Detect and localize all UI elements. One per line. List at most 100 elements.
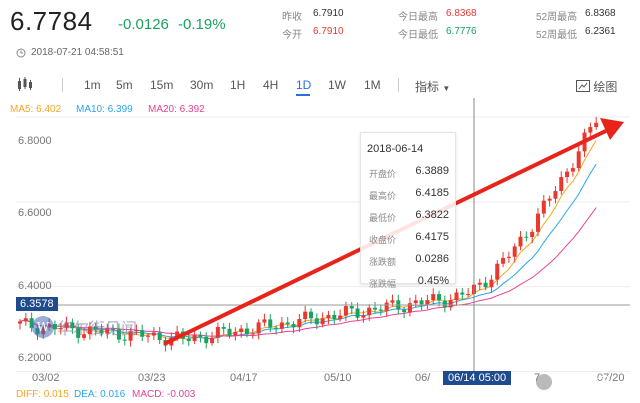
- candle-body: [541, 200, 546, 214]
- candle-body: [594, 122, 599, 128]
- candle-body: [262, 319, 267, 323]
- tooltip-open-label: 开盘价: [369, 169, 397, 179]
- candle-body: [367, 307, 372, 316]
- candle-body: [495, 263, 500, 280]
- candle-body: [23, 318, 28, 322]
- candle-body: [512, 246, 517, 257]
- candle-body: [198, 335, 203, 337]
- candle-body: [18, 321, 22, 324]
- candle-body: [239, 328, 244, 332]
- candle-body: [204, 336, 209, 344]
- candle-body: [244, 328, 249, 334]
- candle-body: [291, 324, 296, 328]
- candle-body: [227, 328, 232, 336]
- candle-body: [483, 282, 488, 288]
- x-tick-label: 03/02: [32, 372, 60, 384]
- candle-body: [140, 330, 145, 337]
- tooltip-low-value: 6.3822: [415, 209, 449, 221]
- tooltip-date: 2018-06-14: [367, 143, 424, 155]
- watermark-logo-icon: W: [32, 316, 54, 338]
- candle-body: [431, 294, 436, 301]
- candle-body: [477, 282, 482, 285]
- candle-body: [489, 279, 494, 288]
- crosshair-time-label: 06/14 05:00: [443, 371, 512, 385]
- tooltip-close-value: 6.4175: [415, 231, 449, 243]
- tooltip-change-pct-value: 0.45%: [417, 275, 449, 287]
- ma-lines: [19, 140, 597, 340]
- x-tick-label: 06/: [415, 372, 431, 384]
- candle-body: [466, 294, 471, 296]
- candle-body: [442, 300, 447, 308]
- candle-body: [535, 213, 540, 232]
- tooltip-high-label: 最高价: [369, 191, 397, 201]
- candle-body: [361, 315, 366, 318]
- candle-body: [501, 257, 506, 264]
- candle-body: [303, 311, 308, 320]
- candle-tooltip: 2018-06-14 开盘价 6.3889 最高价 6.4185 最低价 6.3…: [360, 132, 456, 289]
- candle-body: [425, 300, 430, 305]
- candle-body: [221, 326, 226, 329]
- candle-body: [373, 307, 378, 310]
- candle-body: [390, 300, 395, 303]
- candle-body: [146, 335, 151, 337]
- candle-body: [210, 337, 215, 344]
- candle-body: [122, 339, 127, 341]
- candle-body: [570, 168, 575, 172]
- macd-value: MACD: -0.003: [132, 389, 196, 400]
- watermark-right-logo-icon: [536, 374, 552, 390]
- candle-body: [559, 177, 564, 192]
- candle-body: [576, 151, 581, 169]
- tooltip-change-label: 涨跌额: [369, 257, 397, 267]
- candle-body: [326, 314, 331, 319]
- candle-body: [378, 309, 383, 311]
- x-tick-label: 04/17: [230, 372, 258, 384]
- candle-body: [384, 302, 389, 311]
- candle-body: [332, 314, 337, 320]
- tooltip-high-value: 6.4185: [415, 187, 449, 199]
- candle-body: [285, 322, 290, 325]
- candle-body: [437, 294, 442, 301]
- candle-body: [338, 315, 343, 320]
- x-tick-label: 03/23: [138, 372, 166, 384]
- candle-body: [413, 300, 418, 304]
- x-tick-label: 05/10: [324, 372, 352, 384]
- candle-body: [524, 236, 529, 238]
- candle-body: [553, 191, 558, 199]
- candle-body: [314, 318, 319, 325]
- candle-body: [250, 333, 255, 335]
- candle-body: [518, 236, 523, 247]
- ma-line: [19, 163, 597, 340]
- candle-body: [588, 127, 593, 133]
- candle-body: [343, 306, 348, 316]
- candle-body: [268, 319, 273, 328]
- candle-body: [355, 308, 360, 318]
- candle-body: [448, 300, 453, 308]
- ma-line: [19, 140, 597, 340]
- candle-body: [506, 256, 511, 258]
- candle-body: [419, 300, 424, 305]
- macd-diff: DIFF: 0.015: [16, 389, 69, 400]
- candle-body: [454, 292, 459, 301]
- candle-body: [297, 319, 302, 328]
- watermark-right-text: 悟空问答: [555, 374, 611, 390]
- y-tick-label: 6.6000: [18, 207, 52, 219]
- candle-body: [530, 231, 535, 238]
- tooltip-close-label: 收盘价: [369, 235, 397, 245]
- candle-body: [320, 318, 325, 325]
- candlestick-chart[interactable]: [0, 0, 640, 403]
- trend-arrow-head: [600, 118, 624, 140]
- watermark-left: W 华尔街见闻: [32, 315, 137, 339]
- candle-body: [274, 327, 279, 329]
- watermark-right: 悟空问答: [536, 372, 611, 392]
- candle-body: [565, 171, 570, 178]
- candle-body: [460, 292, 465, 295]
- candle-body: [215, 326, 220, 338]
- watermark-left-text: 华尔街见闻: [57, 319, 138, 338]
- candle-body: [279, 322, 284, 329]
- tooltip-open-value: 6.3889: [415, 165, 449, 177]
- y-tick-label: 6.8000: [18, 135, 52, 147]
- candle-body: [192, 335, 197, 342]
- crosshair-price-label: 6.3578: [16, 297, 58, 311]
- tooltip-change-pct-label: 涨跌幅: [369, 279, 397, 289]
- candle-body: [309, 311, 313, 319]
